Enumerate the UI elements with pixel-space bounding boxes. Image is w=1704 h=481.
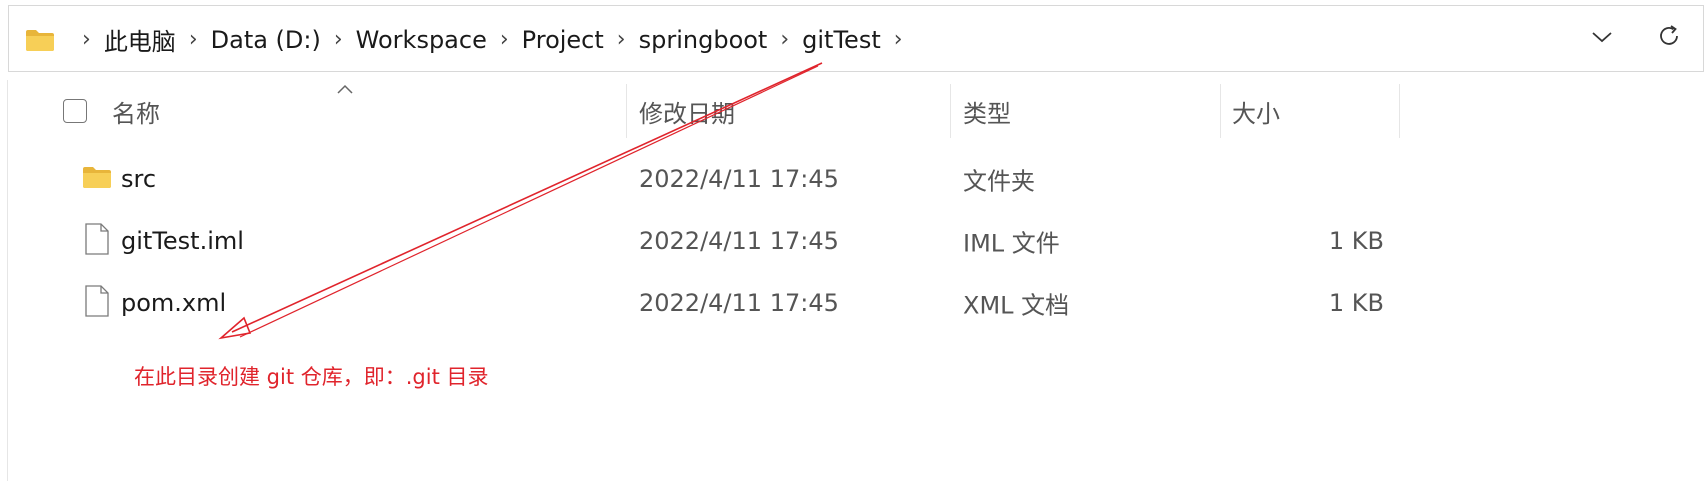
breadcrumb: › 此电脑 › Data (D:) › Workspace › Project … [25, 6, 916, 73]
file-row-src[interactable]: src 2022/4/11 17:45 文件夹 [0, 152, 1704, 206]
refresh-button[interactable] [1649, 18, 1689, 58]
file-name: src [121, 165, 157, 193]
file-row-gittest-iml[interactable]: gitTest.iml 2022/4/11 17:45 IML 文件 1 KB [0, 214, 1704, 268]
file-icon [85, 223, 109, 259]
column-divider[interactable] [1399, 84, 1400, 138]
chevron-right-icon[interactable]: › [189, 28, 198, 51]
chevron-down-icon [1591, 29, 1613, 48]
breadcrumb-springboot[interactable]: springboot [639, 26, 768, 54]
file-type: XML 文档 [963, 291, 1070, 320]
folder-icon [82, 165, 112, 193]
breadcrumb-project[interactable]: Project [522, 26, 604, 54]
column-divider[interactable] [950, 84, 951, 138]
file-size: 1 KB [1328, 289, 1384, 317]
file-name: pom.xml [121, 289, 227, 317]
chevron-right-icon[interactable]: › [617, 28, 626, 51]
chevron-right-icon[interactable]: › [334, 28, 343, 51]
chevron-right-icon[interactable]: › [82, 28, 91, 51]
breadcrumb-workspace[interactable]: Workspace [356, 26, 487, 54]
breadcrumb-gittest[interactable]: gitTest [802, 26, 881, 54]
column-header-size[interactable]: 大小 [1232, 84, 1280, 138]
address-bar[interactable]: › 此电脑 › Data (D:) › Workspace › Project … [8, 5, 1704, 72]
chevron-right-icon[interactable]: › [780, 28, 789, 51]
breadcrumb-data-drive[interactable]: Data (D:) [211, 26, 321, 54]
sort-ascending-icon[interactable] [336, 80, 354, 94]
file-row-pom-xml[interactable]: pom.xml 2022/4/11 17:45 XML 文档 1 KB [0, 276, 1704, 330]
chevron-right-icon[interactable]: › [894, 28, 903, 51]
folder-icon [25, 28, 55, 52]
file-size: 1 KB [1328, 227, 1384, 255]
column-header-type[interactable]: 类型 [963, 84, 1011, 138]
file-type: 文件夹 [963, 167, 1035, 196]
chevron-right-icon[interactable]: › [500, 28, 509, 51]
history-dropdown-button[interactable] [1582, 18, 1622, 58]
file-name: gitTest.iml [121, 227, 244, 255]
file-modified: 2022/4/11 17:45 [639, 165, 839, 193]
breadcrumb-this-pc[interactable]: 此电脑 [104, 22, 176, 57]
file-modified: 2022/4/11 17:45 [639, 289, 839, 317]
file-type: IML 文件 [963, 229, 1060, 258]
file-modified: 2022/4/11 17:45 [639, 227, 839, 255]
select-all-checkbox[interactable] [63, 99, 87, 123]
annotation-text: 在此目录创建 git 仓库，即：.git 目录 [134, 365, 489, 389]
refresh-icon [1656, 23, 1682, 53]
file-icon [85, 285, 109, 321]
column-divider[interactable] [626, 84, 627, 138]
column-header-modified[interactable]: 修改日期 [639, 84, 735, 138]
column-header-name[interactable]: 名称 [112, 84, 160, 138]
column-divider[interactable] [1220, 84, 1221, 138]
